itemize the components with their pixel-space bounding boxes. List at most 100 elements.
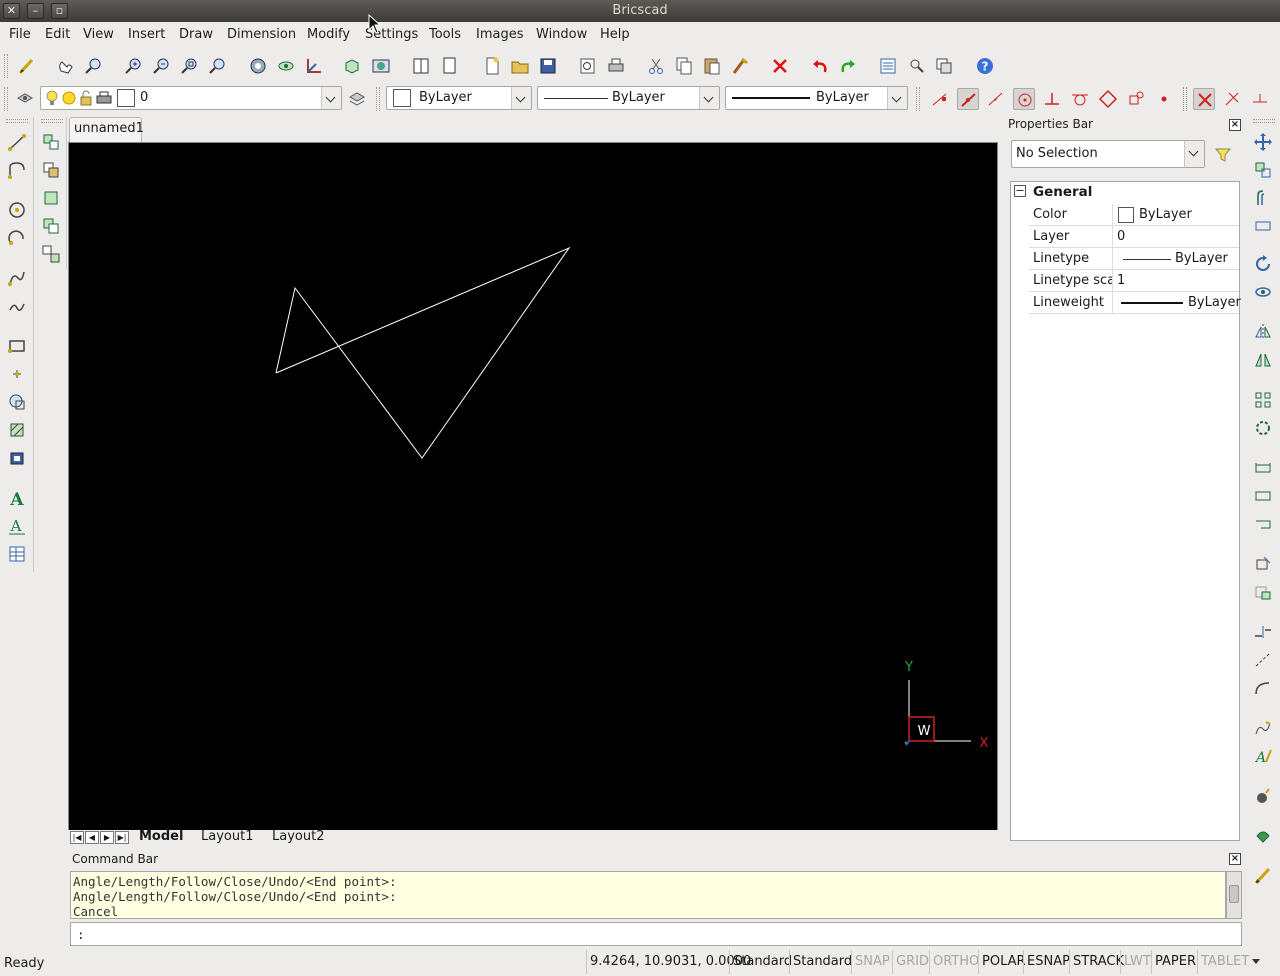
delete-icon[interactable]	[769, 55, 791, 77]
stretch-icon[interactable]	[1252, 485, 1274, 507]
last-tab-icon[interactable]: ▶|	[115, 831, 129, 844]
arc-tool-icon[interactable]	[6, 227, 28, 249]
paper-toggle[interactable]: PAPER	[1151, 950, 1199, 974]
color-dropdown[interactable]: ByLayer	[386, 86, 532, 110]
render-icon[interactable]	[370, 55, 392, 77]
snap-tangent-icon[interactable]	[1069, 88, 1091, 110]
menu-draw[interactable]: Draw	[179, 27, 213, 42]
chamfer-icon[interactable]	[1252, 677, 1274, 699]
prev-tab-icon[interactable]: ◀	[85, 831, 99, 844]
snap-clear-icon[interactable]	[1193, 88, 1215, 110]
copy-entity-icon[interactable]	[1252, 159, 1274, 181]
menu-images[interactable]: Images	[476, 27, 524, 42]
toolbar-grip[interactable]	[41, 119, 63, 123]
close-icon[interactable]: ×	[1229, 853, 1241, 865]
edit-polyline-icon[interactable]	[1252, 717, 1274, 739]
named-views-icon[interactable]	[247, 55, 269, 77]
circle-tool-icon[interactable]	[6, 199, 28, 221]
fillet-icon[interactable]	[1252, 215, 1274, 237]
close-icon[interactable]: ×	[1229, 119, 1241, 131]
line-tool-icon[interactable]	[6, 131, 28, 153]
toolbar-grip[interactable]	[916, 87, 920, 111]
tab-model[interactable]: Model	[139, 829, 183, 844]
zoom-previous-icon[interactable]	[207, 55, 229, 77]
toolbar-grip[interactable]	[1183, 87, 1187, 111]
write-block-icon[interactable]	[40, 187, 62, 209]
lengthen-icon[interactable]	[1252, 513, 1274, 535]
menu-edit[interactable]: Edit	[45, 27, 70, 42]
lwt-toggle[interactable]: LWT	[1120, 950, 1154, 974]
rectangle-tool-icon[interactable]	[6, 335, 28, 357]
paste-icon[interactable]	[701, 55, 723, 77]
help-icon[interactable]: ?	[974, 55, 996, 77]
command-history-scrollbar[interactable]	[1226, 871, 1242, 919]
drawing-canvas[interactable]: Y X W	[68, 142, 998, 831]
text-tool-icon[interactable]: A	[6, 487, 28, 510]
polar-array-icon[interactable]	[1252, 417, 1274, 439]
zoom-out-icon[interactable]	[151, 55, 173, 77]
linetype-dropdown[interactable]: ByLayer	[537, 86, 720, 110]
create-block-icon[interactable]	[40, 159, 62, 181]
spline-tool-icon[interactable]	[6, 267, 28, 289]
menu-dimension[interactable]: Dimension	[227, 27, 296, 42]
offset-icon[interactable]	[1252, 187, 1274, 209]
esnap-toggle[interactable]: ESNAP	[1023, 950, 1073, 974]
ucs-icon[interactable]	[303, 55, 325, 77]
zoom-window-icon[interactable]	[179, 55, 201, 77]
break-icon[interactable]	[1252, 621, 1274, 643]
3d-view-icon[interactable]	[341, 55, 363, 77]
selection-dropdown[interactable]: No Selection	[1011, 140, 1205, 168]
array-icon[interactable]	[1252, 389, 1274, 411]
menu-view[interactable]: View	[83, 27, 114, 42]
insert-block-icon[interactable]	[40, 131, 62, 153]
menu-modify[interactable]: Modify	[307, 27, 350, 42]
property-row-layer[interactable]: Layer 0	[1029, 226, 1239, 248]
break-at-point-icon[interactable]	[1252, 649, 1274, 671]
wipeout-tool-icon[interactable]	[6, 447, 28, 469]
print-icon[interactable]	[605, 55, 627, 77]
tab-layout1[interactable]: Layout1	[201, 829, 253, 844]
toolbar-grip[interactable]	[6, 119, 28, 123]
toolbar-grip[interactable]	[1253, 119, 1275, 123]
command-input[interactable]: :	[70, 922, 1242, 946]
toolbar-grip[interactable]	[4, 87, 8, 111]
snap-quadrant-icon[interactable]	[1097, 88, 1119, 110]
chevron-down-icon[interactable]	[511, 87, 531, 109]
strack-toggle[interactable]: STRACK	[1069, 950, 1127, 974]
undo-icon[interactable]	[809, 55, 831, 77]
snap-insertion-icon[interactable]	[1125, 88, 1147, 110]
zoom-in-icon[interactable]	[123, 55, 145, 77]
hatch-tool-icon[interactable]	[6, 419, 28, 441]
snap-midpoint-icon[interactable]	[957, 88, 979, 110]
tablet-toggle[interactable]: TABLET	[1197, 950, 1252, 974]
polyline-tool-icon[interactable]	[6, 159, 28, 181]
print-preview-icon[interactable]	[577, 55, 599, 77]
property-row-linetype-scale[interactable]: Linetype scal 1	[1029, 270, 1239, 292]
snap-nearest-icon[interactable]	[985, 88, 1007, 110]
page-icon[interactable]	[438, 55, 460, 77]
layer-dropdown[interactable]: 0	[40, 86, 342, 110]
toolbar-grip[interactable]	[376, 87, 380, 111]
edit-pencil-icon[interactable]	[1252, 865, 1274, 887]
lineweight-dropdown[interactable]: ByLayer	[725, 86, 908, 110]
snap-perpendicular-icon[interactable]	[1041, 88, 1063, 110]
text-style-indicator[interactable]: Standard	[729, 950, 795, 974]
property-row-lineweight[interactable]: Lineweight ByLayer	[1029, 292, 1241, 314]
toolbar-grip[interactable]	[4, 54, 8, 78]
tab-layout2[interactable]: Layout2	[272, 829, 324, 844]
trim-icon[interactable]	[1252, 553, 1274, 575]
rotate-icon[interactable]	[1252, 253, 1274, 275]
collapse-section-icon[interactable]: −	[1014, 185, 1026, 197]
redo-icon[interactable]	[837, 55, 859, 77]
cut-icon[interactable]	[645, 55, 667, 77]
document-tab[interactable]: unnamed1	[69, 117, 144, 142]
scrollbar-thumb[interactable]	[1229, 885, 1239, 903]
solid-edit-icon[interactable]	[1252, 825, 1274, 847]
quick-select-icon[interactable]	[1212, 144, 1234, 166]
copy-icon[interactable]	[673, 55, 695, 77]
explode-icon[interactable]	[1252, 785, 1274, 807]
save-icon[interactable]	[537, 55, 559, 77]
new-file-icon[interactable]	[481, 55, 503, 77]
menu-insert[interactable]: Insert	[128, 27, 165, 42]
menu-window[interactable]: Window	[536, 27, 587, 42]
